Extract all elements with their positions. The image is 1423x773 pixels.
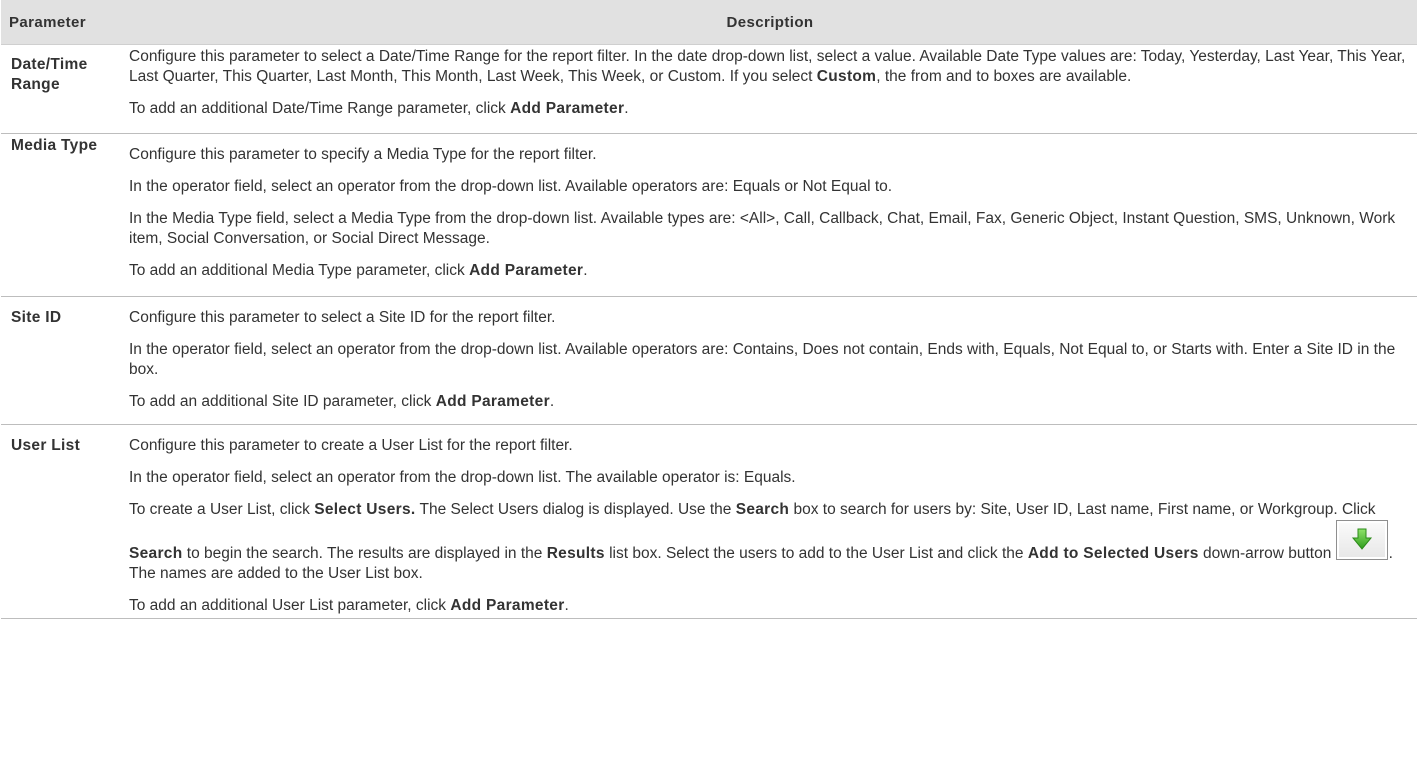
desc-paragraph: In the operator field, select an operato… xyxy=(129,341,1396,378)
table-row: User List Configure this parameter to cr… xyxy=(1,424,1417,619)
desc-text: , the from and to boxes are available. xyxy=(876,68,1132,85)
desc-text: To create a User List, click xyxy=(129,501,315,518)
desc-text: . xyxy=(624,100,629,117)
header-description: Description xyxy=(123,0,1417,45)
desc-paragraph: In the Media Type field, select a Media … xyxy=(129,210,1396,247)
desc-text: The Select Users dialog is displayed. Us… xyxy=(415,501,736,518)
desc-bold: Search xyxy=(735,501,790,518)
table-row: Media Type Configure this parameter to s… xyxy=(1,133,1417,297)
desc-text: To add an additional Site ID parameter, … xyxy=(129,393,436,410)
table-header-row: Parameter Description xyxy=(1,0,1417,45)
param-name: User List xyxy=(1,424,123,619)
table-row: Site ID Configure this parameter to sele… xyxy=(1,296,1417,425)
desc-text: . xyxy=(583,262,588,279)
green-down-arrow-icon xyxy=(1335,520,1388,560)
parameter-table: Parameter Description Date/Time Range Co… xyxy=(1,0,1417,619)
desc-paragraph: To add an additional User List parameter… xyxy=(129,596,1417,616)
desc-text: box to search for users by: Site, User I… xyxy=(789,501,1376,518)
desc-bold: Add Parameter xyxy=(450,597,565,614)
desc-text: To add an additional Media Type paramete… xyxy=(129,262,470,279)
desc-bold: Custom xyxy=(816,68,877,85)
param-description: Configure this parameter to create a Use… xyxy=(123,424,1417,619)
desc-bold: Add to Selected Users xyxy=(1027,545,1199,562)
desc-text: down-arrow button xyxy=(1198,545,1336,562)
param-description: Configure this parameter to select a Sit… xyxy=(123,296,1417,425)
header-parameter: Parameter xyxy=(1,0,123,45)
desc-bold: Add Parameter xyxy=(469,262,584,279)
desc-text: To add an additional Date/Time Range par… xyxy=(129,100,511,117)
desc-paragraph: To add an additional Media Type paramete… xyxy=(129,261,1417,281)
desc-bold: Select Users. xyxy=(314,501,416,518)
desc-text: . xyxy=(549,393,555,410)
desc-text: To add an additional User List parameter… xyxy=(129,597,451,614)
param-name: Media Type xyxy=(1,133,123,297)
param-description: Configure this parameter to specify a Me… xyxy=(123,133,1417,297)
desc-paragraph: In the operator field, select an operato… xyxy=(129,178,893,195)
desc-bold: Add Parameter xyxy=(435,393,550,410)
desc-text: Configure this parameter to select a Dat… xyxy=(129,48,1406,85)
desc-paragraph: In the operator field, select an operato… xyxy=(129,469,796,486)
param-name: Site ID xyxy=(1,296,123,425)
desc-paragraph: To add an additional Site ID parameter, … xyxy=(129,392,1417,412)
desc-paragraph: Configure this parameter to specify a Me… xyxy=(129,146,597,163)
desc-text: list box. Select the users to add to the… xyxy=(604,545,1028,562)
desc-paragraph: Configure this parameter to select a Sit… xyxy=(129,309,556,326)
desc-paragraph: Configure this parameter to select a Dat… xyxy=(129,47,1417,87)
desc-text: to begin the search. The results are dis… xyxy=(182,545,547,562)
desc-bold: Search xyxy=(129,545,183,562)
desc-bold: Add Parameter xyxy=(510,100,625,117)
desc-paragraph: To create a User List, click Select User… xyxy=(129,500,1417,584)
desc-bold: Results xyxy=(546,545,605,562)
param-description: Configure this parameter to select a Dat… xyxy=(123,44,1417,134)
table-row: Date/Time Range Configure this parameter… xyxy=(1,44,1417,134)
desc-text: . xyxy=(564,597,569,614)
param-name: Date/Time Range xyxy=(1,44,123,134)
desc-paragraph: To add an additional Date/Time Range par… xyxy=(129,99,1417,119)
desc-paragraph: Configure this parameter to create a Use… xyxy=(129,437,573,454)
